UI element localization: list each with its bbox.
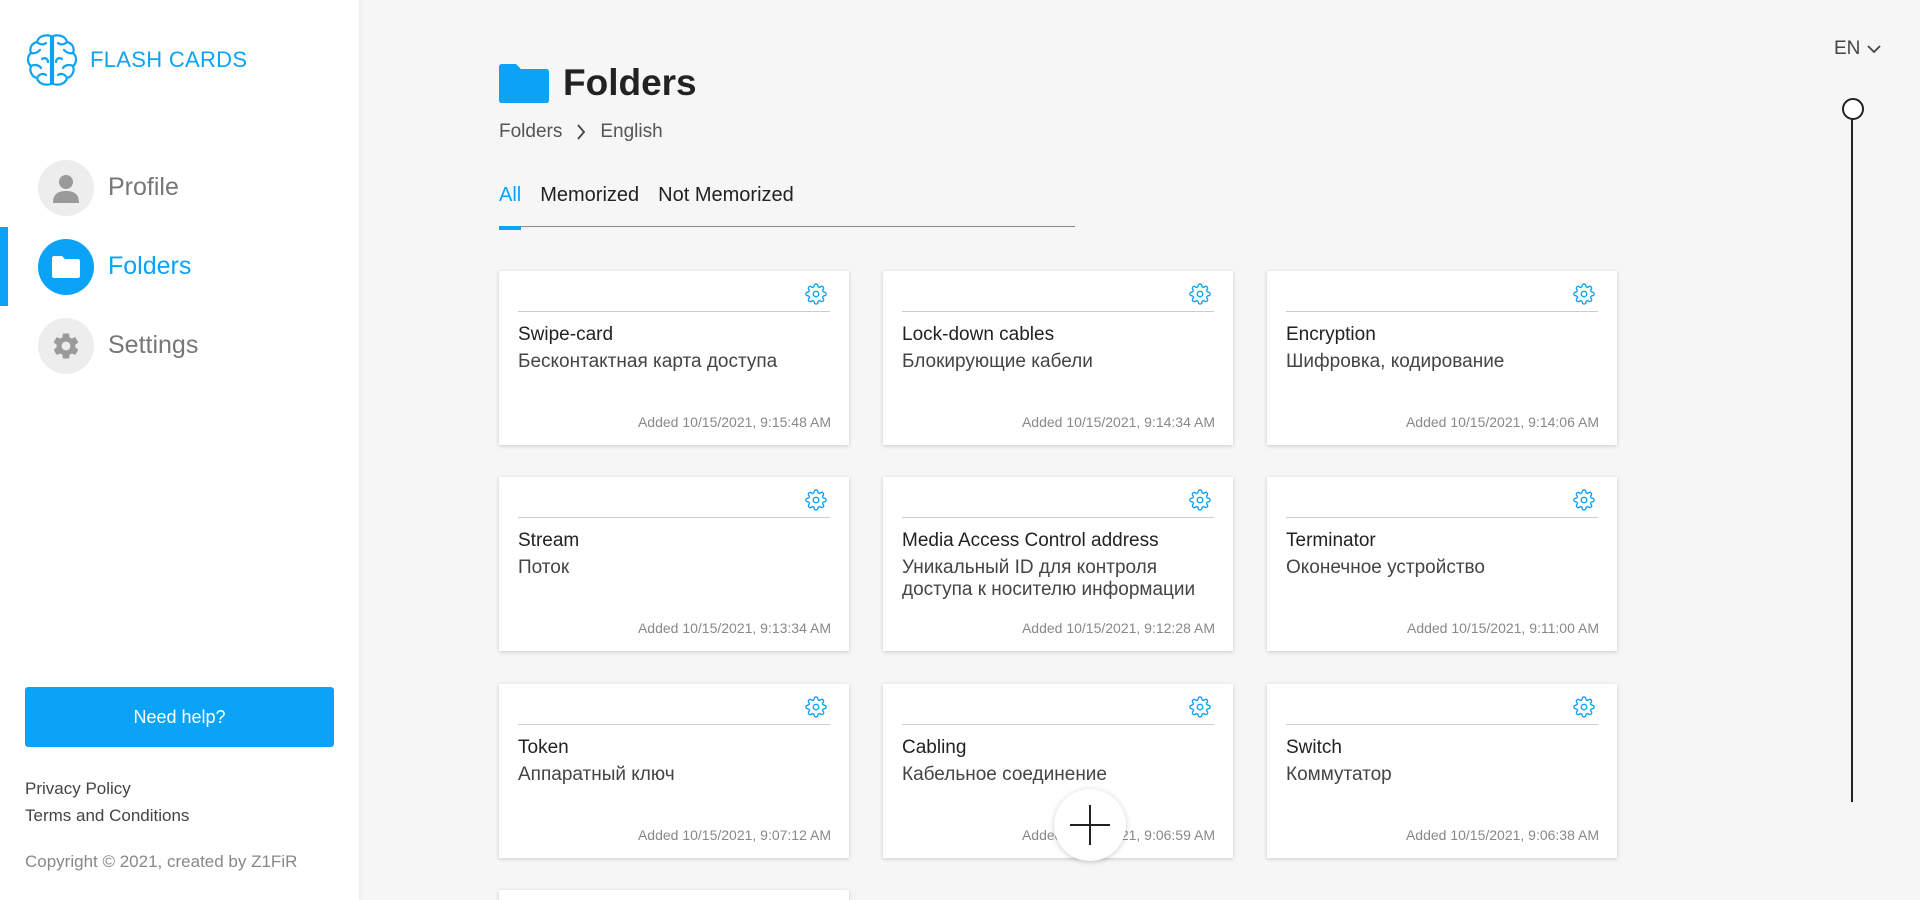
card-term: Lock-down cables [902,324,1055,345]
card-divider [518,311,830,312]
card-divider [1286,517,1598,518]
flash-card[interactable]: Media Access Control address Уникальный … [883,477,1233,651]
gear-icon[interactable] [1189,696,1211,718]
add-card-button[interactable] [1054,789,1126,861]
card-added-date: Added 10/15/2021, 9:06:38 AM [1405,827,1599,843]
card-translation: Уникальный ID для контроля доступа к нос… [902,557,1196,600]
copyright-text: Copyright © 2021, created by Z1FiR [25,852,298,871]
sidebar: FLASH CARDS Profile Folders Settings Nee… [0,0,359,900]
tab-not-memorized[interactable]: Not Memorized [658,184,794,227]
sidebar-nav: Profile Folders Settings [0,148,359,385]
folder-icon [52,255,80,278]
gear-icon[interactable] [805,489,827,511]
flash-card[interactable]: Terminator Оконечное устройство Added 10… [1267,477,1617,651]
plus-icon [1070,805,1110,845]
chevron-right-icon [577,124,586,140]
card-added-date: Added 10/15/2021, 9:12:28 AM [1021,620,1215,636]
card-added-date: Added 10/15/2021, 9:14:34 AM [1021,414,1215,430]
card-translation: Шифровка, кодирование [1286,351,1505,372]
card-divider [902,724,1214,725]
flash-card[interactable] [499,890,849,900]
scroll-handle[interactable] [1842,98,1864,120]
sidebar-item-folders[interactable]: Folders [0,227,359,306]
card-divider [1286,311,1598,312]
card-term: Token [518,737,569,758]
card-divider [902,517,1214,518]
breadcrumb-root[interactable]: Folders [499,121,562,143]
flash-card[interactable]: Switch Коммутатор Added 10/15/2021, 9:06… [1267,684,1617,858]
scroll-track[interactable] [1851,108,1853,802]
chevron-down-icon [1867,44,1882,53]
card-translation: Оконечное устройство [1286,557,1485,578]
card-term: Media Access Control address [902,530,1159,551]
need-help-button[interactable]: Need help? [25,687,334,747]
card-added-date: Added 10/15/2021, 9:14:06 AM [1405,414,1599,430]
card-term: Terminator [1286,530,1376,551]
flash-card[interactable]: Encryption Шифровка, кодирование Added 1… [1267,271,1617,445]
card-term: Encryption [1286,324,1376,345]
flash-card[interactable]: Lock-down cables Блокирующие кабели Adde… [883,271,1233,445]
card-translation: Коммутатор [1286,764,1392,785]
gear-icon[interactable] [1189,283,1211,305]
card-added-date: Added 10/15/2021, 9:15:48 AM [637,414,831,430]
page-title: Folders [563,62,697,103]
gear-icon[interactable] [805,696,827,718]
gear-icon[interactable] [1573,489,1595,511]
legal-links: Privacy Policy Terms and Conditions [25,775,189,829]
brand-name: FLASH CARDS [90,47,248,72]
language-selector[interactable]: EN [1834,38,1882,60]
card-translation: Поток [518,557,570,578]
flash-card[interactable]: Token Аппаратный ключ Added 10/15/2021, … [499,684,849,858]
card-translation: Бесконтактная карта доступа [518,351,778,372]
card-translation: Блокирующие кабели [902,351,1093,372]
card-term: Cabling [902,737,967,758]
gear-icon[interactable] [805,283,827,305]
card-translation: Кабельное соединение [902,764,1107,785]
gear-icon [53,333,79,359]
gear-icon[interactable] [1573,696,1595,718]
breadcrumb-current: English [600,121,663,142]
privacy-policy-link[interactable]: Privacy Policy [25,775,189,802]
tab-all[interactable]: All [499,184,522,230]
card-term: Switch [1286,737,1342,758]
sidebar-item-label: Profile [108,173,179,201]
flash-card[interactable]: Swipe-card Бесконтактная карта доступа A… [499,271,849,445]
card-added-date: Added 10/15/2021, 9:07:12 AM [637,827,831,843]
card-added-date: Added 10/15/2021, 9:13:34 AM [637,620,831,636]
language-label: EN [1834,38,1861,59]
brand-logo[interactable]: FLASH CARDS [26,32,247,88]
card-divider [1286,724,1598,725]
user-icon [53,174,79,203]
avatar [38,159,94,216]
terms-link[interactable]: Terms and Conditions [25,802,189,829]
page-header: Folders [499,62,697,104]
sidebar-item-settings[interactable]: Settings [0,306,359,385]
card-divider [902,311,1214,312]
card-term: Stream [518,530,580,551]
tab-memorized[interactable]: Memorized [540,184,639,227]
folder-icon [499,64,549,103]
flash-card[interactable]: Stream Поток Added 10/15/2021, 9:13:34 A… [499,477,849,651]
sidebar-item-profile[interactable]: Profile [0,148,359,227]
card-term: Swipe-card [518,324,614,345]
sidebar-item-label: Settings [108,331,199,359]
settings-badge [38,317,94,374]
card-divider [518,724,830,725]
card-divider [518,517,830,518]
folders-badge [38,238,94,295]
filter-tabs: All Memorized Not Memorized [499,184,1075,230]
gear-icon[interactable] [1573,283,1595,305]
brain-icon [26,34,78,86]
breadcrumb: Folders English [499,121,663,143]
gear-icon[interactable] [1189,489,1211,511]
card-added-date: Added 10/15/2021, 9:11:00 AM [1406,620,1599,636]
breadcrumb-separator [576,124,586,140]
sidebar-item-label: Folders [108,252,192,280]
card-translation: Аппаратный ключ [518,764,675,785]
